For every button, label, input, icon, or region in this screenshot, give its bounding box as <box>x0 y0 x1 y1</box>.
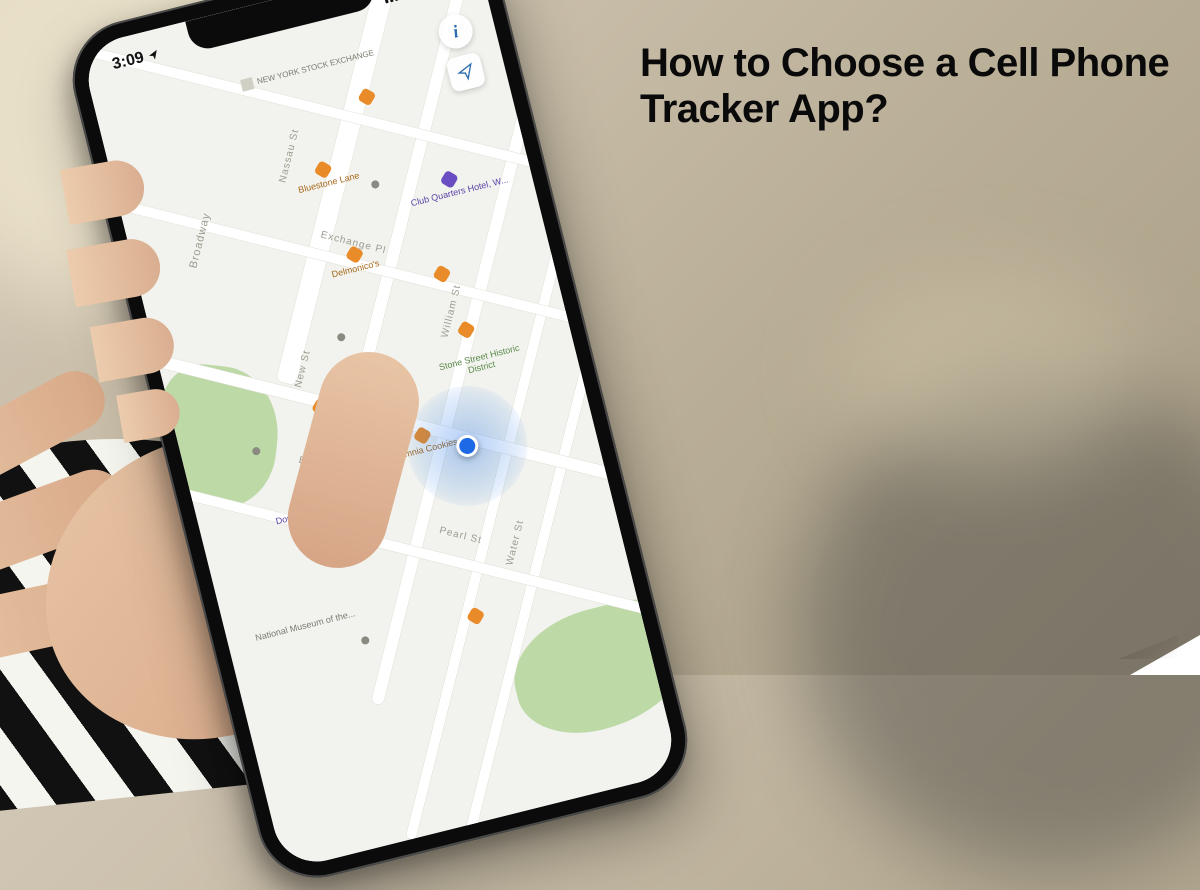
subway-station[interactable] <box>360 636 370 646</box>
location-arrow-icon <box>146 48 161 63</box>
location-arrow-icon <box>455 61 477 83</box>
subway-station[interactable] <box>336 332 346 342</box>
street-label: Pearl St <box>438 525 483 546</box>
landmark-label: National Museum of the... <box>254 608 356 643</box>
subway-station[interactable] <box>370 180 380 190</box>
status-time: 3:09 <box>111 49 146 74</box>
street-label: Nassau St <box>277 128 301 184</box>
article-headline: How to Choose a Cell Phone Tracker App? <box>640 40 1192 132</box>
street-label: Water St <box>504 519 526 567</box>
signal-icon <box>383 0 403 4</box>
info-icon: i <box>451 21 461 43</box>
background-blur <box>840 270 1140 470</box>
